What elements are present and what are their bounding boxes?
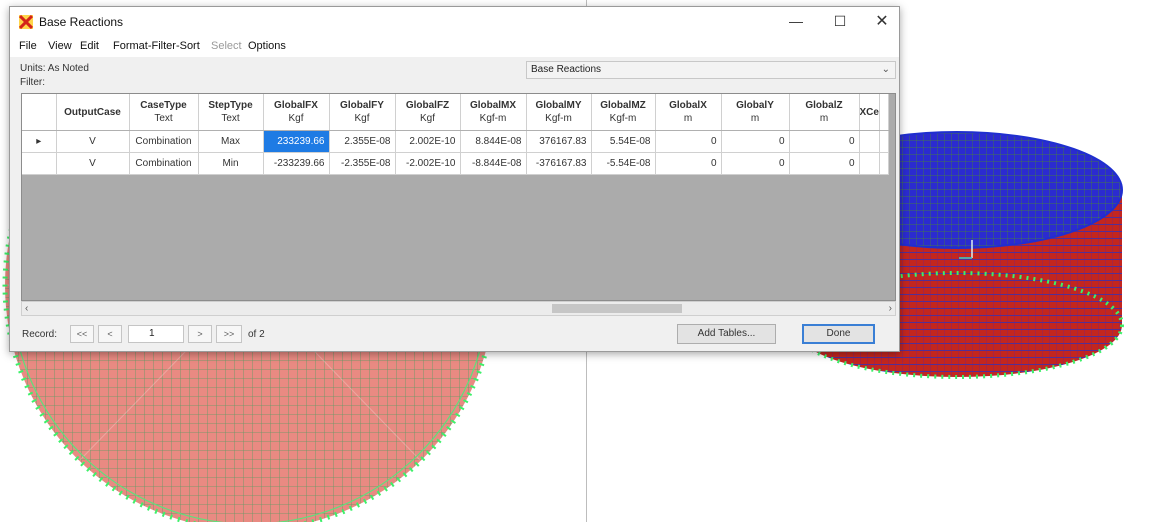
col-header[interactable]: GlobalFY Kgf [329,94,396,131]
table-cell[interactable]: V [56,130,130,153]
col-header[interactable]: GlobalMY Kgf-m [526,94,592,131]
table-cell[interactable]: 0 [721,152,790,175]
menu-format-filter-sort[interactable]: Format-Filter-Sort [113,40,200,52]
table-cell[interactable]: 376167.83 [526,130,592,153]
table-cell[interactable]: 8.844E-08 [460,130,527,153]
table-select-value: Base Reactions [531,64,602,75]
row-selector[interactable] [22,152,57,175]
col-header[interactable]: CaseType Text [129,94,199,131]
table-cell[interactable]: 0 [721,130,790,153]
table-select-dropdown[interactable]: Base Reactions ⌄ [526,61,896,79]
next-record-button[interactable]: > [188,325,212,343]
table-cell[interactable]: -2.002E-10 [395,152,461,175]
table-cell[interactable]: Min [198,152,264,175]
table-row[interactable]: ▸ V Combination Max 233239.66 2.355E-08 … [22,130,889,153]
header-row: OutputCase CaseType Text StepType Text Glo… [22,94,889,131]
add-tables-button[interactable]: Add Tables... [677,324,776,344]
col-header-extra [879,94,889,131]
table-cell[interactable]: Combination [129,130,199,153]
col-header[interactable]: GlobalMZ Kgf-m [591,94,656,131]
table-cell[interactable]: V [56,152,130,175]
col-header[interactable]: GlobalFX Kgf [263,94,330,131]
table-cell[interactable]: 2.355E-08 [329,130,396,153]
table-row[interactable]: V Combination Min -233239.66 -2.355E-08 … [22,152,889,175]
table-cell[interactable]: 0 [789,152,860,175]
table-cell[interactable]: -2.355E-08 [329,152,396,175]
table-cell[interactable]: 5.54E-08 [591,130,656,153]
base-reactions-dialog: Base Reactions — ☐ ✕ File View Edit Form… [9,6,900,352]
col-header[interactable]: StepType Text [198,94,264,131]
col-header[interactable]: GlobalFZ Kgf [395,94,461,131]
current-row-arrow-icon[interactable]: ▸ [22,130,57,153]
row-selector-header [22,94,57,131]
record-number-input[interactable]: 1 [128,325,184,343]
table-cell[interactable]: Combination [129,152,199,175]
table-cell[interactable]: -8.844E-08 [460,152,527,175]
horizontal-scrollbar[interactable]: ‹ › [21,301,896,316]
table-cell[interactable]: -376167.83 [526,152,592,175]
menu-select[interactable]: Select [211,40,242,52]
table-cell[interactable]: 2.002E-10 [395,130,461,153]
title-bar[interactable]: Base Reactions — ☐ ✕ [10,7,899,36]
table-cell[interactable] [859,152,880,175]
close-icon[interactable]: ✕ [862,7,902,36]
table-cell[interactable]: 0 [655,152,722,175]
scroll-left-icon[interactable]: ‹ [25,302,28,315]
menu-options[interactable]: Options [248,40,286,52]
last-record-button[interactable]: >> [216,325,242,343]
col-header[interactable]: OutputCase [56,94,130,131]
table-cell-extra [879,130,889,153]
table-cell[interactable]: -233239.66 [263,152,330,175]
table-cell[interactable] [859,130,880,153]
maximize-icon[interactable]: ☐ [820,7,860,36]
data-grid[interactable]: OutputCase CaseType Text StepType Text Glo… [21,93,896,301]
filter-label: Filter: [20,77,45,88]
col-header[interactable]: GlobalY m [721,94,790,131]
menu-view[interactable]: View [48,40,72,52]
col-header[interactable]: GlobalMX Kgf-m [460,94,527,131]
table-cell-selected[interactable]: 233239.66 [263,130,330,153]
table-cell[interactable]: 0 [655,130,722,153]
col-header[interactable]: XCe [859,94,880,131]
col-header[interactable]: GlobalZ m [789,94,860,131]
window-title: Base Reactions [39,15,124,29]
table-cell-extra [879,152,889,175]
scrollbar-thumb[interactable] [552,304,682,313]
table-cell[interactable]: Max [198,130,264,153]
table-cell[interactable]: -5.54E-08 [591,152,656,175]
menu-edit[interactable]: Edit [80,40,99,52]
scroll-right-icon[interactable]: › [889,302,892,315]
chevron-down-icon: ⌄ [881,64,890,75]
units-label: Units: As Noted [20,63,89,74]
prev-record-button[interactable]: < [98,325,122,343]
base-reactions-table: OutputCase CaseType Text StepType Text Glo… [22,94,889,175]
done-button[interactable]: Done [802,324,875,344]
menu-bar: File View Edit Format-Filter-Sort Select… [10,36,899,57]
first-record-button[interactable]: << [70,325,94,343]
record-label: Record: [22,329,58,340]
record-navigation: Record: << < 1 > >> of 2 Add Tables... D… [10,323,899,349]
menu-file[interactable]: File [19,40,37,52]
table-cell[interactable]: 0 [789,130,860,153]
app-icon [19,15,33,29]
minimize-icon[interactable]: — [776,7,816,36]
record-total: of 2 [248,329,265,340]
col-header[interactable]: GlobalX m [655,94,722,131]
